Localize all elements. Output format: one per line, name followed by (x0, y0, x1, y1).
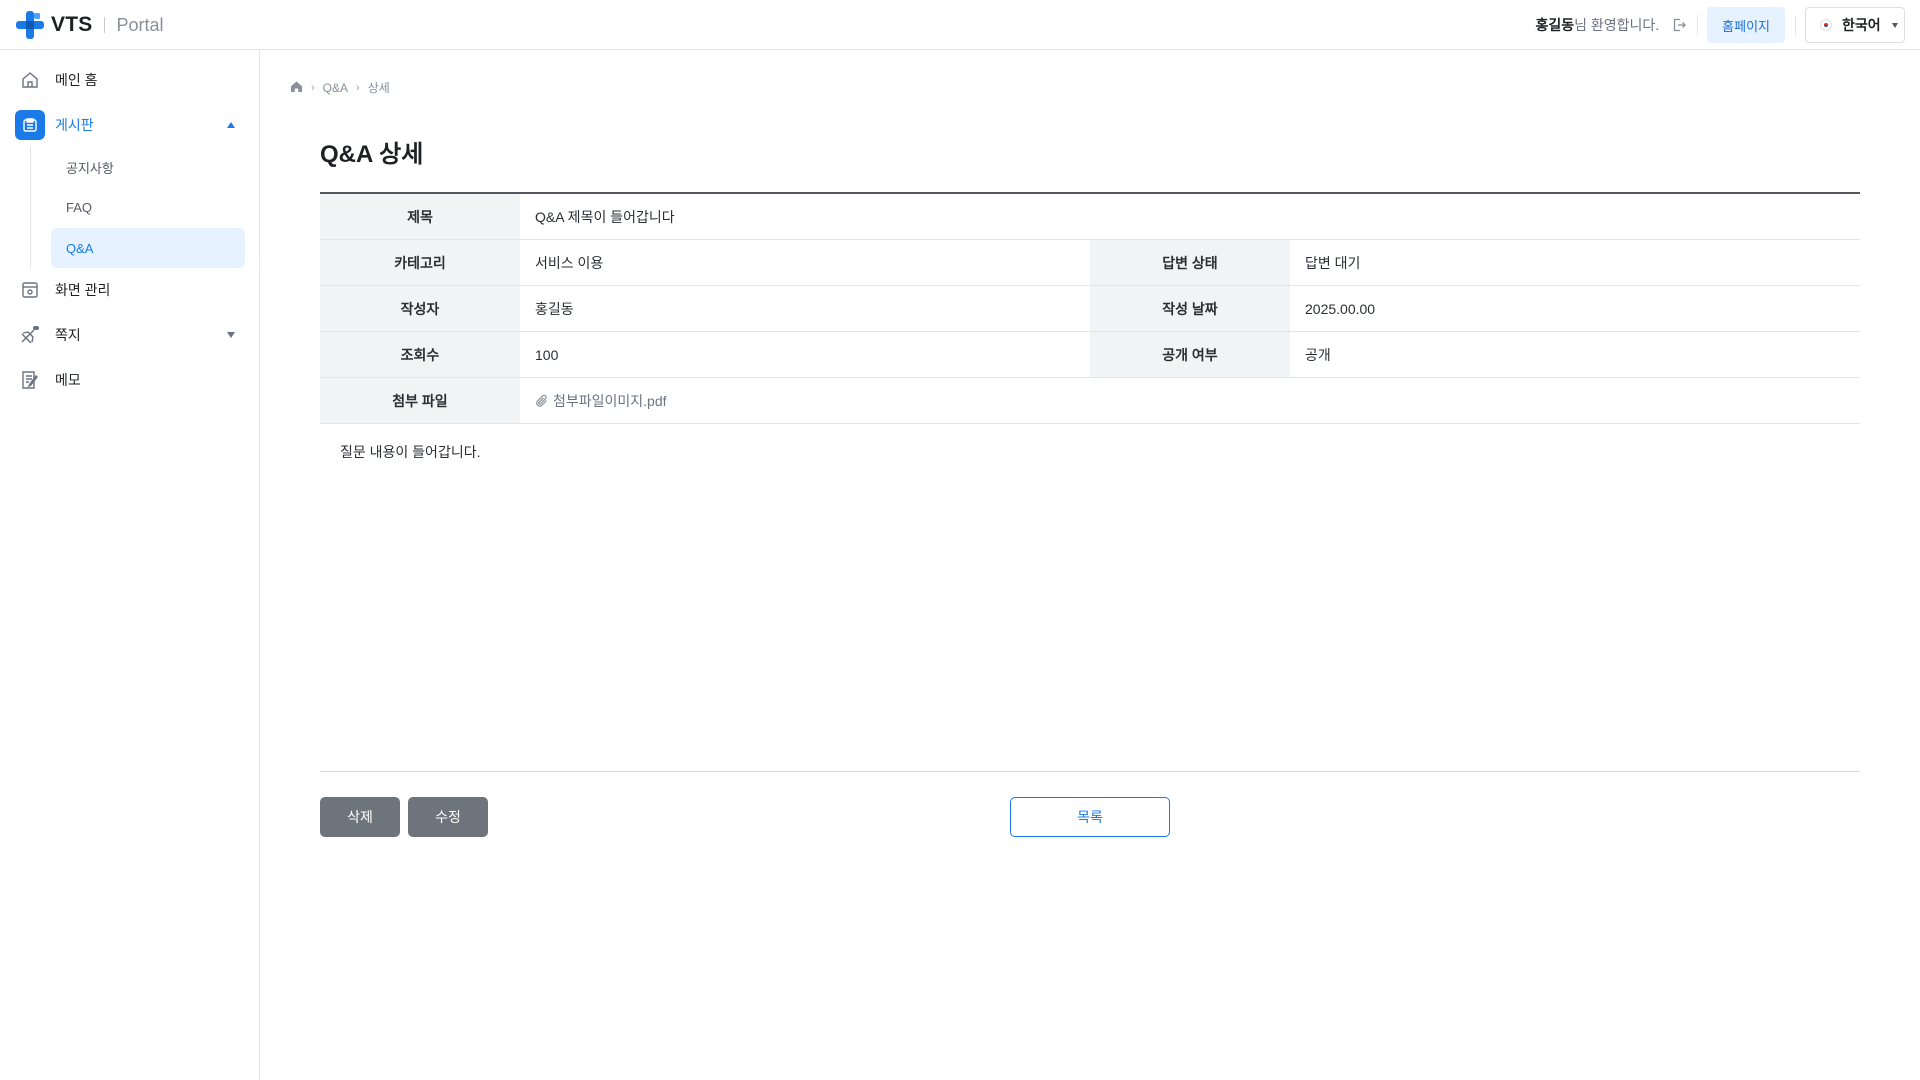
welcome-message: 홍길동 님 환영합니다. (1535, 15, 1659, 35)
edit-button[interactable]: 수정 (408, 797, 488, 837)
qna-detail-table: 제목 Q&A 제목이 들어갑니다 카테고리 서비스 이용 답변 상태 답변 대기… (320, 192, 1860, 424)
breadcrumb-item[interactable]: Q&A (323, 81, 348, 95)
sidebar-item-screen-manage[interactable]: 화면 관리 (15, 275, 245, 305)
header-divider (1697, 15, 1699, 35)
home-icon (15, 65, 45, 95)
sidebar-item-label: 메인 홈 (55, 72, 98, 88)
user-name: 홍길동 (1535, 17, 1575, 33)
attachment-header: 첨부 파일 (320, 378, 520, 423)
sidebar-subitem-qna[interactable]: Q&A (51, 228, 245, 268)
date-header: 작성 날짜 (1090, 286, 1290, 331)
logo-portal-text: Portal (116, 14, 164, 35)
welcome-suffix: 님 환영합니다. (1574, 17, 1660, 33)
category-value: 서비스 이용 (535, 254, 604, 271)
logo-mark-icon (15, 11, 45, 39)
homepage-button[interactable]: 홈페이지 (1707, 7, 1785, 43)
table-row: 작성자 홍길동 작성 날짜 2025.00.00 (320, 286, 1860, 332)
chevron-down-icon (1892, 23, 1898, 28)
divider (320, 771, 1860, 772)
answer-status-value: 답변 대기 (1305, 254, 1361, 271)
table-row: 첨부 파일 첨부파일이미지.pdf (320, 378, 1860, 424)
logo[interactable]: VTS Portal (15, 11, 163, 39)
sidebar-item-memo[interactable]: 메모 (15, 365, 245, 395)
header-divider (1795, 15, 1796, 35)
submenu-guide-line (30, 146, 31, 268)
author-value: 홍길동 (535, 300, 574, 317)
breadcrumb: › Q&A › 상세 (290, 79, 390, 96)
public-value: 공개 (1305, 346, 1331, 363)
sidebar-item-label: 메모 (55, 372, 81, 388)
sidebar-item-message[interactable]: 쪽지 (15, 320, 245, 350)
date-value: 2025.00.00 (1305, 300, 1376, 317)
public-header: 공개 여부 (1090, 332, 1290, 377)
sidebar-subitem-faq[interactable]: FAQ (51, 187, 245, 227)
table-row: 제목 Q&A 제목이 들어갑니다 (320, 194, 1860, 240)
memo-icon (15, 365, 45, 395)
delete-button[interactable]: 삭제 (320, 797, 400, 837)
screen-manage-icon (15, 275, 45, 305)
question-content: 질문 내용이 들어갑니다. (340, 444, 481, 460)
chevron-right-icon: › (311, 81, 315, 94)
table-row: 조회수 100 공개 여부 공개 (320, 332, 1860, 378)
answer-status-header: 답변 상태 (1090, 240, 1290, 285)
paperclip-icon (535, 394, 549, 408)
chevron-down-icon (227, 332, 235, 338)
language-select[interactable]: 한국어 (1805, 7, 1905, 43)
sidebar-item-label: 화면 관리 (55, 282, 111, 298)
message-icon (15, 320, 45, 350)
language-label: 한국어 (1842, 17, 1881, 33)
home-icon[interactable] (290, 80, 303, 96)
sidebar-item-main-home[interactable]: 메인 홈 (15, 65, 245, 95)
table-row: 카테고리 서비스 이용 답변 상태 답변 대기 (320, 240, 1860, 286)
logo-text: VTS (51, 13, 93, 36)
sidebar-item-board[interactable]: 게시판 (15, 110, 245, 140)
chevron-right-icon: › (356, 81, 360, 94)
sidebar-item-label: 게시판 (55, 117, 94, 133)
title-value: Q&A 제목이 들어갑니다 (535, 208, 675, 225)
list-button[interactable]: 목록 (1010, 797, 1170, 837)
attachment-link[interactable]: 첨부파일이미지.pdf (535, 391, 667, 411)
sidebar: 메인 홈 게시판 공지사항 FAQ Q&A 화면 관리 쪽지 메모 (0, 50, 260, 1080)
page-title: Q&A 상세 (320, 141, 424, 168)
top-header: VTS Portal 홍길동 님 환영합니다. 홈페이지 한국어 (0, 0, 1920, 50)
views-value: 100 (535, 346, 559, 363)
title-header: 제목 (320, 194, 520, 239)
views-header: 조회수 (320, 332, 520, 377)
attachment-cell: 첨부파일이미지.pdf (520, 378, 1860, 423)
board-icon (15, 110, 45, 140)
logout-icon[interactable] (1671, 17, 1687, 33)
attachment-filename: 첨부파일이미지.pdf (553, 392, 667, 409)
korea-flag-icon (1820, 19, 1832, 31)
author-header: 작성자 (320, 286, 520, 331)
category-header: 카테고리 (320, 240, 520, 285)
sidebar-subitem-notice[interactable]: 공지사항 (51, 147, 245, 187)
logo-divider (104, 17, 106, 33)
breadcrumb-item: 상세 (367, 81, 390, 95)
header-right: 홍길동 님 환영합니다. 홈페이지 한국어 (1535, 7, 1905, 43)
sidebar-item-label: 쪽지 (55, 327, 81, 343)
chevron-up-icon (227, 122, 235, 128)
